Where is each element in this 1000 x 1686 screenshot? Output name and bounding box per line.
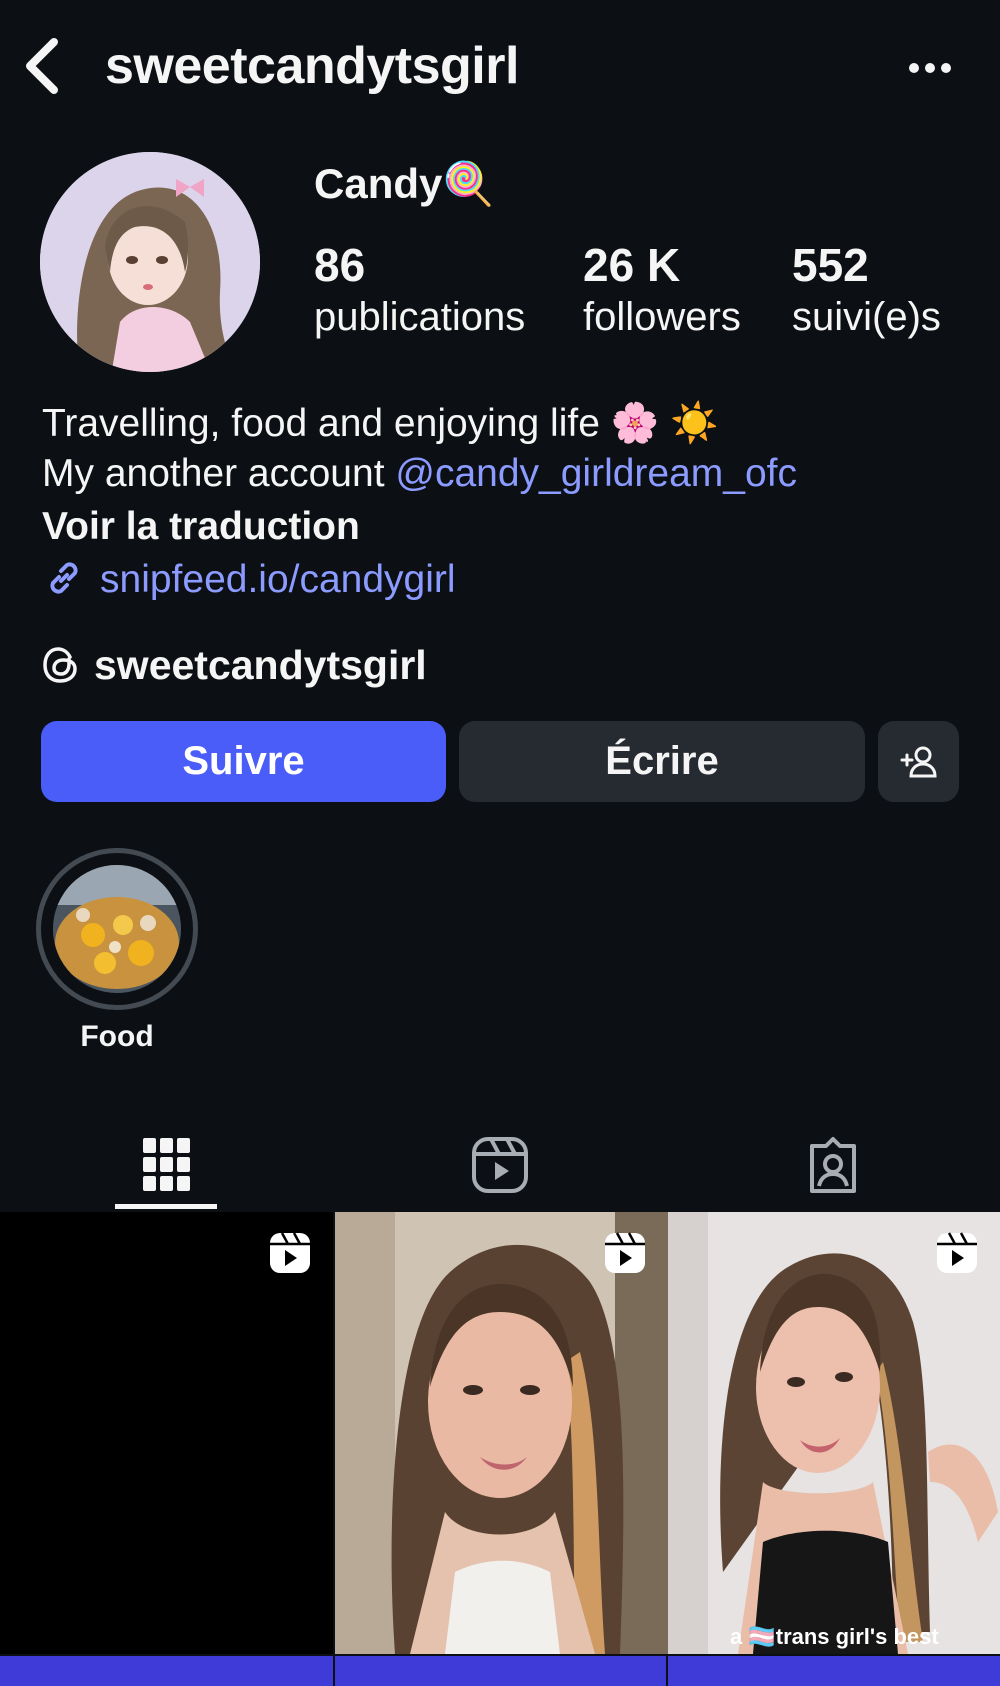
post-thumbnail[interactable] <box>335 1656 666 1686</box>
stat-value: 26 K <box>583 239 681 291</box>
more-horizontal-icon <box>909 63 951 73</box>
post-thumbnail[interactable] <box>0 1212 333 1654</box>
profile-username-title: sweetcandytsgirl <box>105 37 519 95</box>
post-thumbnail[interactable]: a 🏳️‍⚧️trans girl's best <box>668 1212 1000 1654</box>
chevron-left-icon <box>26 38 58 94</box>
reel-badge-icon <box>937 1232 977 1273</box>
post-image <box>668 1212 1000 1654</box>
back-button[interactable] <box>18 34 68 98</box>
grid-icon <box>142 1138 190 1191</box>
followers-count[interactable]: 26 K followers <box>583 238 741 342</box>
display-name: Candy🍭 <box>314 160 495 207</box>
active-tab-indicator <box>115 1204 217 1209</box>
bio-line: My another account @candy_girldream_ofc <box>42 452 797 496</box>
highlight-label: Food <box>80 1020 154 1053</box>
stat-value: 86 <box>314 239 366 291</box>
threads-badge[interactable]: sweetcandytsgirl <box>42 642 427 689</box>
post-image <box>335 1212 668 1654</box>
following-count[interactable]: 552 suivi(e)s <box>792 238 941 342</box>
profile-link-text: snipfeed.io/candygirl <box>100 558 456 601</box>
bio-text: My another account <box>42 452 396 495</box>
tab-tagged[interactable] <box>666 1120 999 1210</box>
tab-posts[interactable] <box>0 1120 333 1210</box>
threads-icon <box>42 645 80 685</box>
post-thumbnail[interactable] <box>668 1656 1000 1686</box>
stat-value: 552 <box>792 239 869 291</box>
avatar-illustration <box>40 152 260 372</box>
profile-link[interactable]: snipfeed.io/candygirl <box>42 556 456 602</box>
stat-label: suivi(e)s <box>792 295 941 339</box>
bio-line: Travelling, food and enjoying life 🌸 ☀️ <box>42 402 719 445</box>
threads-handle: sweetcandytsgirl <box>94 642 427 688</box>
story-highlight[interactable] <box>36 848 198 1010</box>
tab-reels[interactable] <box>333 1120 666 1210</box>
more-options-button[interactable] <box>900 50 960 86</box>
add-person-icon <box>900 746 937 777</box>
reel-badge-icon <box>270 1232 310 1273</box>
reel-badge-icon <box>605 1232 645 1273</box>
stat-label: publications <box>314 295 526 339</box>
posts-count[interactable]: 86 publications <box>314 238 525 342</box>
reels-icon <box>471 1137 528 1193</box>
profile-avatar[interactable] <box>40 152 260 372</box>
stat-label: followers <box>583 295 741 339</box>
post-thumbnail[interactable] <box>335 1212 668 1654</box>
link-icon <box>42 556 86 600</box>
suggested-users-button[interactable] <box>878 721 959 802</box>
post-thumbnail[interactable] <box>0 1656 333 1686</box>
see-translation-link[interactable]: Voir la traduction <box>42 505 360 549</box>
message-button[interactable]: Écrire <box>459 721 865 802</box>
tagged-icon <box>809 1137 856 1193</box>
follow-button[interactable]: Suivre <box>41 721 446 802</box>
bio-mention-link[interactable]: @candy_girldream_ofc <box>395 452 797 495</box>
post-caption-overlay: a 🏳️‍⚧️trans girl's best <box>730 1624 939 1649</box>
highlight-cover-image <box>53 865 181 993</box>
